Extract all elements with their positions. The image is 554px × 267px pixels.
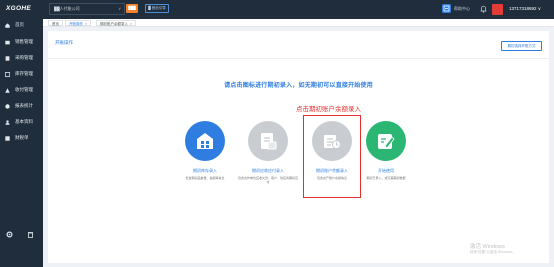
sidebar-item-label: 财税单: [15, 135, 29, 140]
help-center-icon[interactable]: [442, 4, 451, 13]
option-description: 包含资产账户余额信息: [316, 176, 347, 180]
tab-label: 首页: [52, 22, 59, 26]
option-label[interactable]: 开始使用: [356, 168, 416, 174]
inventory-icon: [5, 71, 10, 77]
help-center-link[interactable]: 帮助中心: [454, 6, 470, 12]
sidebar-item-label: 库存管理: [15, 71, 33, 76]
option-description: 包含合作单位应收欠款、客户、供应商期初应付: [238, 176, 299, 185]
option-label[interactable]: 期初账户余额录入: [302, 168, 362, 174]
top-bar: XGOHE ██人代账公司 ∨ ███ █ 首页引导 帮助中心 13717318…: [0, 0, 554, 19]
upgrade-button[interactable]: ███: [126, 4, 138, 13]
tab-open-account[interactable]: 开账操作 ×: [65, 20, 92, 26]
payment-icon: [5, 87, 10, 93]
option-circle[interactable]: [366, 121, 406, 161]
instruction-headline: 请点击图标进行期初录入，如无期初可以直接开始使用: [224, 83, 373, 89]
main-panel: 开账操作 期初选择开账方式 请点击图标进行期初录入，如无期初可以直接开始使用 点…: [48, 31, 549, 263]
app-logo: XGOHE: [6, 5, 31, 12]
close-icon[interactable]: ×: [85, 22, 87, 26]
edit-icon: [378, 134, 395, 149]
sidebar-item-label: 销售管理: [15, 39, 33, 44]
annotation-text: 点击期初账户余额录入: [296, 105, 361, 113]
user-account[interactable]: 13717318692 ∨: [509, 6, 541, 12]
windows-activation-title: 激活 Windows: [470, 244, 505, 250]
warehouse-icon: [197, 133, 213, 149]
sidebar-item-tax[interactable]: 财税单: [0, 132, 43, 144]
profile-icon: [5, 119, 10, 125]
bell-icon[interactable]: [480, 5, 487, 13]
sidebar-item-payment[interactable]: 收付管理: [0, 84, 43, 96]
company-name: ██人代账公司: [54, 6, 80, 11]
panel-header: 开账操作 期初选择开账方式: [48, 31, 549, 59]
option-description: 期初已录入，或无需期初数据: [366, 176, 406, 180]
choose-method-button[interactable]: 期初选择开账方式: [501, 41, 542, 51]
guide-button[interactable]: █ 首页引导: [145, 4, 169, 13]
tax-icon: [5, 135, 10, 141]
tab-label: 开账操作: [69, 22, 83, 26]
sales-icon: [5, 40, 10, 44]
sidebar-item-report[interactable]: 报表统计: [0, 100, 43, 112]
sidebar-item-label: 收付管理: [15, 87, 33, 92]
tab-bar: 首页 开账操作 × 期初账户余额录入 ×: [43, 19, 554, 27]
tab-home[interactable]: 首页: [48, 20, 63, 26]
trash-icon[interactable]: [27, 231, 34, 238]
close-icon[interactable]: ×: [130, 22, 132, 26]
option-description: 包含期初品数量、金额等信息: [185, 176, 225, 180]
tab-label: 期初账户余额录入: [100, 22, 128, 26]
purchase-icon: [5, 55, 10, 61]
sidebar-item-label: 首页: [15, 22, 24, 27]
sidebar-item-label: 基本资料: [15, 119, 33, 124]
report-icon: [5, 103, 10, 109]
sidebar-item-label: 采购管理: [15, 55, 33, 60]
tab-account-balance[interactable]: 期初账户余额录入 ×: [96, 20, 137, 26]
gear-icon[interactable]: [6, 231, 13, 238]
avatar[interactable]: [492, 4, 503, 15]
option-circle[interactable]: [248, 121, 288, 161]
sidebar: 首页 销售管理 采购管理 库存管理 收付管理 报表统计 基本资料 财税单: [0, 19, 43, 267]
document-icon: [261, 133, 277, 150]
sidebar-item-profile[interactable]: 基本资料: [0, 116, 43, 128]
sidebar-item-label: 报表统计: [15, 103, 33, 108]
sidebar-item-purchase[interactable]: 采购管理: [0, 52, 43, 64]
option-label[interactable]: 期初应收应付录入: [238, 168, 298, 174]
option-circle[interactable]: [185, 121, 225, 161]
sidebar-item-sales[interactable]: 销售管理: [0, 36, 43, 48]
sidebar-item-home[interactable]: 首页: [0, 19, 43, 31]
option-label[interactable]: 期初库存录入: [175, 168, 235, 174]
windows-activation-subtitle: 转到“设置”以激活 Windows。: [470, 250, 516, 254]
account-icon: [324, 135, 341, 149]
sidebar-item-inventory[interactable]: 库存管理: [0, 68, 43, 80]
home-icon: [5, 22, 10, 28]
option-circle[interactable]: [312, 121, 352, 161]
chevron-down-icon: ∨: [118, 6, 121, 11]
company-selector[interactable]: ██人代账公司 ∨: [49, 3, 125, 15]
page-title: 开账操作: [55, 40, 73, 45]
